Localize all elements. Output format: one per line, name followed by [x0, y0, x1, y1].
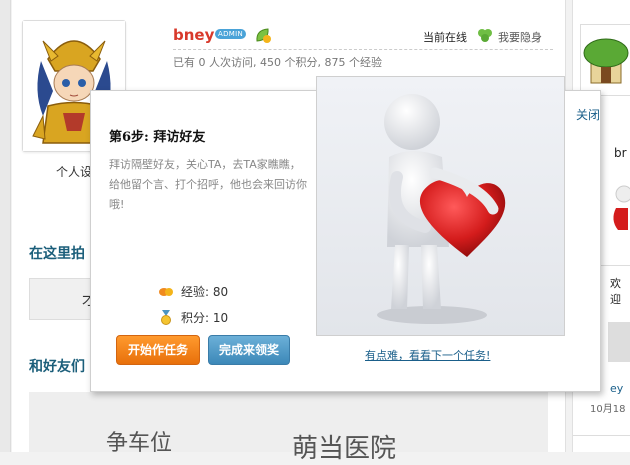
friend-name[interactable]: ey [610, 382, 623, 395]
profile-stats: 已有 0 人次访问, 450 个积分, 875 个经验 [173, 56, 382, 69]
exp-reward: 经验: 80 [181, 285, 229, 299]
timestamp: 10月18 [590, 404, 626, 415]
app-name[interactable]: 萌当医院 [292, 428, 396, 465]
friend-avatar[interactable] [608, 322, 630, 362]
heart-figure-illustration [316, 76, 565, 336]
next-task-link[interactable]: 有点难，看看下一个任务! [365, 347, 490, 363]
username[interactable]: bney [173, 26, 214, 44]
clover-icon [477, 27, 493, 43]
divider [173, 49, 553, 50]
claim-reward-button[interactable]: 完成来领奖 [208, 335, 290, 365]
points-reward: 积分: 10 [181, 311, 229, 325]
exp-icon [158, 286, 174, 298]
leaf-icon [254, 26, 272, 44]
avatar-label[interactable]: 个人设 [56, 163, 92, 180]
close-link[interactable]: 关闭 [576, 106, 600, 123]
admin-badge: ADMIN [215, 29, 247, 39]
house-image[interactable] [580, 24, 630, 96]
friend-figure [608, 180, 630, 240]
popup-description: 拜访隔壁好友，关心TA，去TA家瞧瞧，给他留个言、打个招呼，他也会来回访你哦! [109, 158, 307, 211]
divider [573, 435, 630, 436]
app-name[interactable]: 争车位 [106, 425, 172, 457]
section-title: 和好友们 [29, 359, 85, 375]
popup-title: 第6步: 拜访好友 [109, 130, 206, 145]
friend-name[interactable]: br [614, 146, 627, 160]
start-task-button[interactable]: 开始作任务 [116, 335, 200, 365]
online-status: 当前在线 [423, 31, 467, 44]
section-title: 在这里拍 [29, 246, 85, 262]
welcome-text: 欢迎 [610, 277, 621, 306]
medal-icon [158, 309, 174, 325]
hide-link[interactable]: 我要隐身 [498, 29, 542, 45]
left-strip [0, 0, 11, 452]
